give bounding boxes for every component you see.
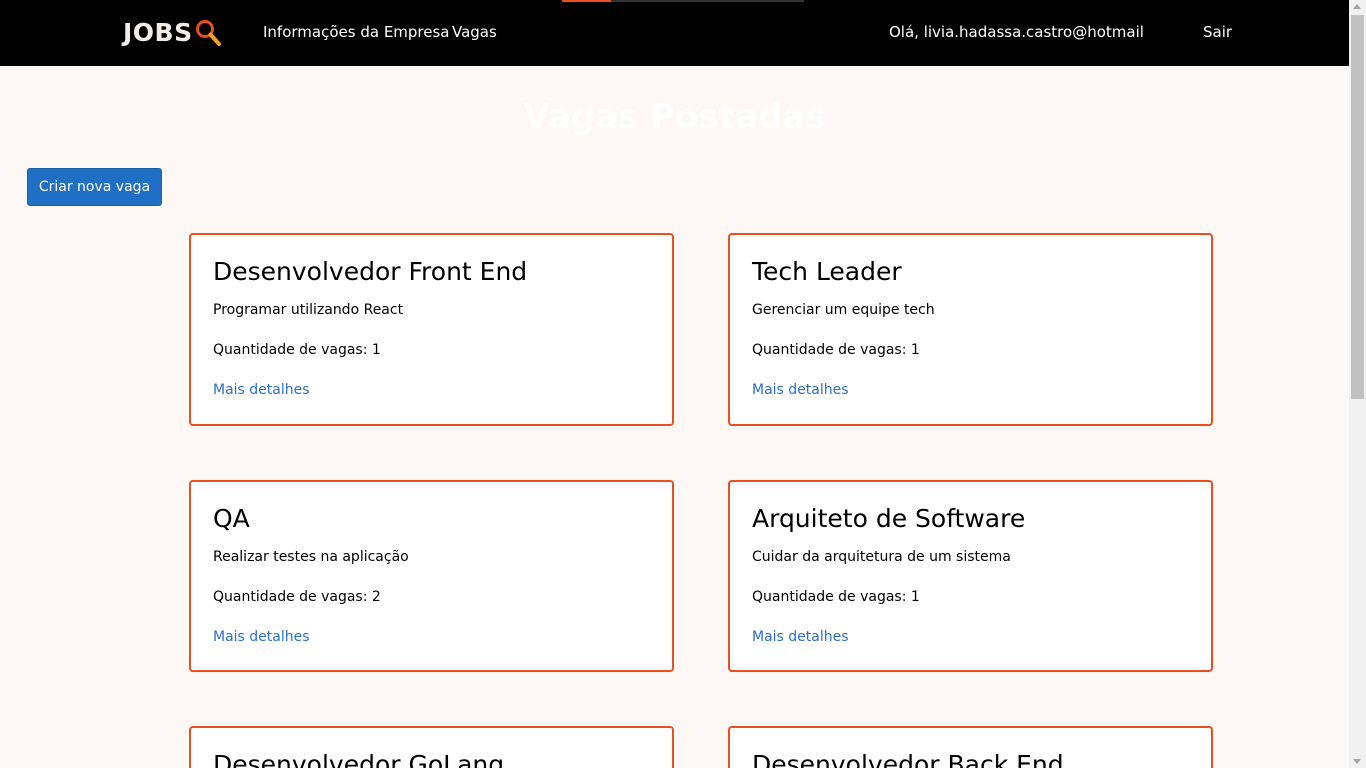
job-title: QA xyxy=(213,504,250,533)
navbar: JOBS Informações da Empresa Vagas Olá, l… xyxy=(0,0,1349,66)
page-title: Vagas Postadas xyxy=(523,97,826,137)
job-card: Desenvolvedor GoLang xyxy=(189,726,674,768)
vertical-scrollbar[interactable] xyxy=(1349,0,1366,768)
logout-link[interactable]: Sair xyxy=(1203,23,1232,41)
nav-link-jobs[interactable]: Vagas xyxy=(452,23,497,41)
user-greeting: Olá, livia.hadassa.castro@hotmail xyxy=(889,23,1144,41)
job-details-link[interactable]: Mais detalhes xyxy=(752,382,849,398)
nav-link-company-info[interactable]: Informações da Empresa xyxy=(263,23,450,41)
job-title: Desenvolvedor Front End xyxy=(213,257,528,286)
job-description: Realizar testes na aplicação xyxy=(213,549,409,565)
job-title: Arquiteto de Software xyxy=(752,504,1026,533)
job-details-link[interactable]: Mais detalhes xyxy=(213,629,310,645)
job-description: Gerenciar um equipe tech xyxy=(752,302,935,318)
job-details-link[interactable]: Mais detalhes xyxy=(213,382,310,398)
job-description: Programar utilizando React xyxy=(213,302,404,318)
loading-indicator xyxy=(562,0,804,2)
job-card: QA Realizar testes na aplicação Quantida… xyxy=(189,480,674,672)
job-title: Desenvolvedor Back End xyxy=(752,750,1064,768)
job-description: Cuidar da arquitetura de um sistema xyxy=(752,549,1011,565)
job-quantity: Quantidade de vagas: 1 xyxy=(752,342,920,358)
magnifier-icon xyxy=(195,20,221,46)
job-details-link[interactable]: Mais detalhes xyxy=(752,629,849,645)
job-quantity: Quantidade de vagas: 1 xyxy=(752,589,920,605)
job-card: Arquiteto de Software Cuidar da arquitet… xyxy=(728,480,1213,672)
job-card: Desenvolvedor Front End Programar utiliz… xyxy=(189,233,674,426)
job-quantity: Quantidade de vagas: 1 xyxy=(213,342,381,358)
scrollbar-thumb[interactable] xyxy=(1351,15,1364,399)
scroll-up-arrow-icon[interactable] xyxy=(1353,4,1361,9)
job-quantity: Quantidade de vagas: 2 xyxy=(213,589,381,605)
logo[interactable]: JOBS xyxy=(123,15,222,49)
create-job-button[interactable]: Criar nova vaga xyxy=(27,168,162,206)
job-card: Tech Leader Gerenciar um equipe tech Qua… xyxy=(728,233,1213,426)
logo-text: JOBS xyxy=(123,17,193,47)
job-card: Desenvolvedor Back End xyxy=(728,726,1213,768)
job-title: Desenvolvedor GoLang xyxy=(213,750,505,768)
scroll-down-arrow-icon[interactable] xyxy=(1353,759,1361,764)
job-title: Tech Leader xyxy=(752,257,902,286)
